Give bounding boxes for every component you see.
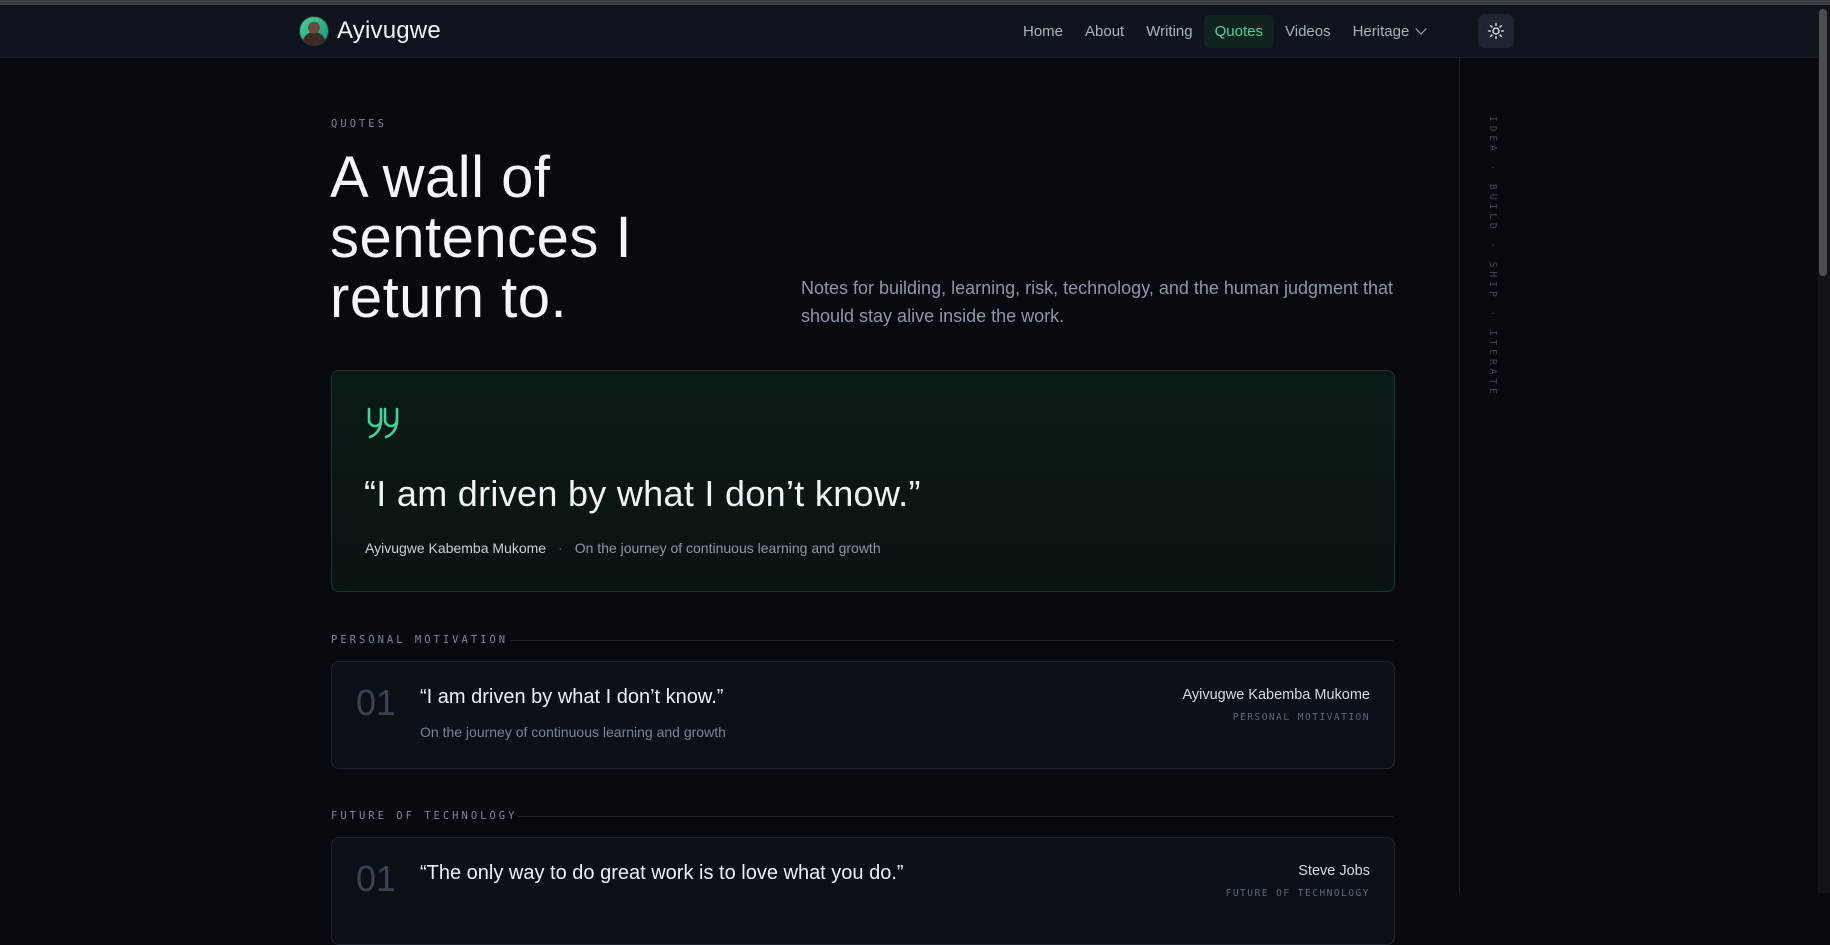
nav-home[interactable]: Home [1012, 15, 1074, 48]
nav-heritage-dropdown[interactable]: Heritage [1342, 15, 1437, 48]
section-label-personal-motivation: PERSONAL MOTIVATION [331, 634, 509, 646]
site-header: Ayivugwe Home About Writing Quotes Video… [0, 5, 1818, 58]
scrollbar-thumb[interactable] [1819, 9, 1827, 276]
chevron-down-icon [1415, 23, 1427, 35]
main-nav: Home About Writing Quotes Videos Heritag… [1012, 14, 1436, 48]
featured-quote-text: “I am driven by what I don’t know.” [364, 473, 921, 514]
featured-quote-meta: Ayivugwe Kabemba Mukome · On the journey… [365, 540, 881, 556]
quote-author: Steve Jobs [1298, 863, 1370, 879]
section-divider [510, 640, 1393, 641]
section-divider [518, 816, 1393, 817]
quote-text: “I am driven by what I don’t know.” [420, 686, 724, 708]
quote-category: PERSONAL MOTIVATION [1232, 712, 1370, 723]
nav-quotes[interactable]: Quotes [1203, 14, 1274, 48]
theme-toggle-button[interactable] [1478, 14, 1514, 48]
nav-about[interactable]: About [1074, 15, 1135, 48]
featured-quote-card: “I am driven by what I don’t know.” Ayiv… [331, 370, 1395, 592]
nav-videos[interactable]: Videos [1274, 15, 1342, 48]
sun-icon [1487, 22, 1505, 40]
quote-text: “The only way to do great work is to lov… [420, 862, 904, 884]
featured-quote-context: On the journey of continuous learning an… [574, 540, 881, 556]
brand-name: Ayivugwe [337, 17, 441, 44]
rail-vertical-text: IDEA · BUILD · SHIP · ITERATE [1487, 116, 1498, 398]
page-title: A wall of sentences I return to. [330, 145, 633, 330]
quote-author: Ayivugwe Kabemba Mukome [1182, 687, 1370, 703]
quote-icon [367, 407, 399, 439]
quote-number: 01 [356, 682, 397, 723]
meta-separator: · [558, 540, 563, 556]
quote-number: 01 [356, 858, 397, 899]
avatar [299, 16, 329, 46]
page-subtitle: Notes for building, learning, risk, tech… [801, 278, 1394, 326]
nav-writing[interactable]: Writing [1135, 15, 1203, 48]
rail-divider [1459, 57, 1460, 893]
nav-heritage-label: Heritage [1352, 22, 1410, 40]
quote-card[interactable]: 01 “I am driven by what I don’t know.” O… [331, 661, 1395, 769]
quote-note: On the journey of continuous learning an… [420, 724, 726, 740]
quote-category: FUTURE OF TECHNOLOGY [1225, 888, 1370, 899]
section-label-future-of-technology: FUTURE OF TECHNOLOGY [331, 810, 518, 822]
featured-quote-author: Ayivugwe Kabemba Mukome [365, 540, 547, 556]
page-eyebrow: QUOTES [331, 118, 387, 130]
brand-link[interactable]: Ayivugwe [299, 16, 441, 46]
quote-card[interactable]: 01 “The only way to do great work is to … [331, 837, 1395, 945]
